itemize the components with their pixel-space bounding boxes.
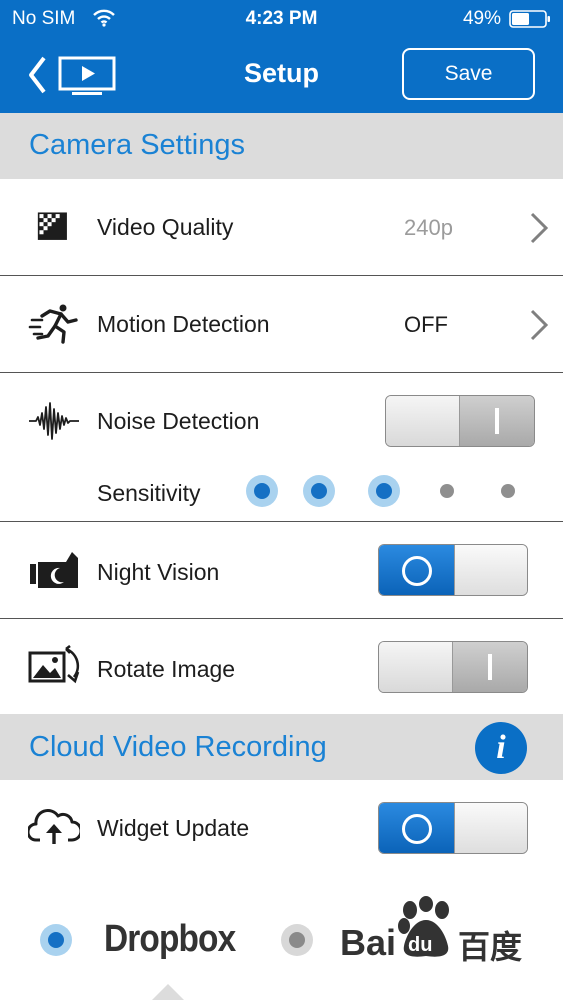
night-vision-label: Night Vision xyxy=(97,559,220,585)
motion-detection-label: Motion Detection xyxy=(97,311,270,337)
video-quality-row[interactable]: Video Quality 240p xyxy=(0,179,563,276)
battery-percentage: 49% xyxy=(462,8,501,29)
battery-icon xyxy=(509,10,550,28)
cloud-recording-title: Cloud Video Recording xyxy=(29,731,327,763)
baidu-logo-du: du xyxy=(408,934,433,956)
sensitivity-label: Sensitivity xyxy=(97,480,201,506)
widget-update-row: Widget Update xyxy=(0,780,563,880)
selection-pointer-icon xyxy=(152,984,184,1000)
night-vision-row: Night Vision xyxy=(0,522,563,619)
status-bar: No SIM 4:23 PM 49% xyxy=(0,0,563,36)
chevron-right-icon xyxy=(530,309,549,341)
rotate-image-row: Rotate Image xyxy=(0,619,563,714)
rotate-image-toggle[interactable] xyxy=(378,641,528,693)
top-bar: No SIM 4:23 PM 49% Setup Save xyxy=(0,0,563,113)
widget-update-label: Widget Update xyxy=(97,815,250,841)
rotate-image-label: Rotate Image xyxy=(97,656,236,682)
baidu-logo-chinese: 百度 xyxy=(458,928,523,966)
info-button[interactable]: i xyxy=(475,722,527,774)
night-vision-toggle[interactable] xyxy=(378,544,528,596)
video-quality-label: Video Quality xyxy=(97,214,234,240)
noise-detection-toggle[interactable] xyxy=(385,395,535,447)
dropbox-radio[interactable] xyxy=(40,924,72,956)
video-quality-value: 240p xyxy=(404,215,453,240)
night-camera-icon xyxy=(30,552,78,588)
cloud-upload-icon xyxy=(28,809,80,844)
sensitivity-level-2[interactable] xyxy=(303,475,335,507)
save-button[interactable]: Save xyxy=(402,48,535,100)
sensitivity-level-1[interactable] xyxy=(246,475,278,507)
sensitivity-level-3[interactable] xyxy=(368,475,400,507)
baidu-logo-text: Bai xyxy=(340,922,397,963)
motion-detection-value: OFF xyxy=(404,312,448,337)
noise-detection-label: Noise Detection xyxy=(97,408,260,434)
camera-settings-title: Camera Settings xyxy=(29,129,245,161)
dropbox-label[interactable]: Dropbox xyxy=(104,918,236,961)
sensitivity-level-4[interactable] xyxy=(440,484,454,498)
motion-detection-row[interactable]: Motion Detection OFF xyxy=(0,276,563,373)
sensitivity-level-5[interactable] xyxy=(501,484,515,498)
nav-bar: Setup Save xyxy=(0,36,563,113)
baidu-radio[interactable] xyxy=(281,924,313,956)
rotate-image-icon xyxy=(28,645,80,684)
video-quality-icon xyxy=(37,212,67,240)
camera-settings-header: Camera Settings xyxy=(0,113,563,179)
cloud-recording-header: Cloud Video Recording i xyxy=(0,714,563,780)
widget-update-toggle[interactable] xyxy=(378,802,528,854)
running-person-icon xyxy=(28,304,78,344)
noise-detection-row: Noise Detection Sensitivity xyxy=(0,373,563,522)
chevron-right-icon xyxy=(530,212,549,244)
sound-wave-icon xyxy=(29,402,79,440)
baidu-logo[interactable]: Bai du 百度 xyxy=(340,896,530,966)
